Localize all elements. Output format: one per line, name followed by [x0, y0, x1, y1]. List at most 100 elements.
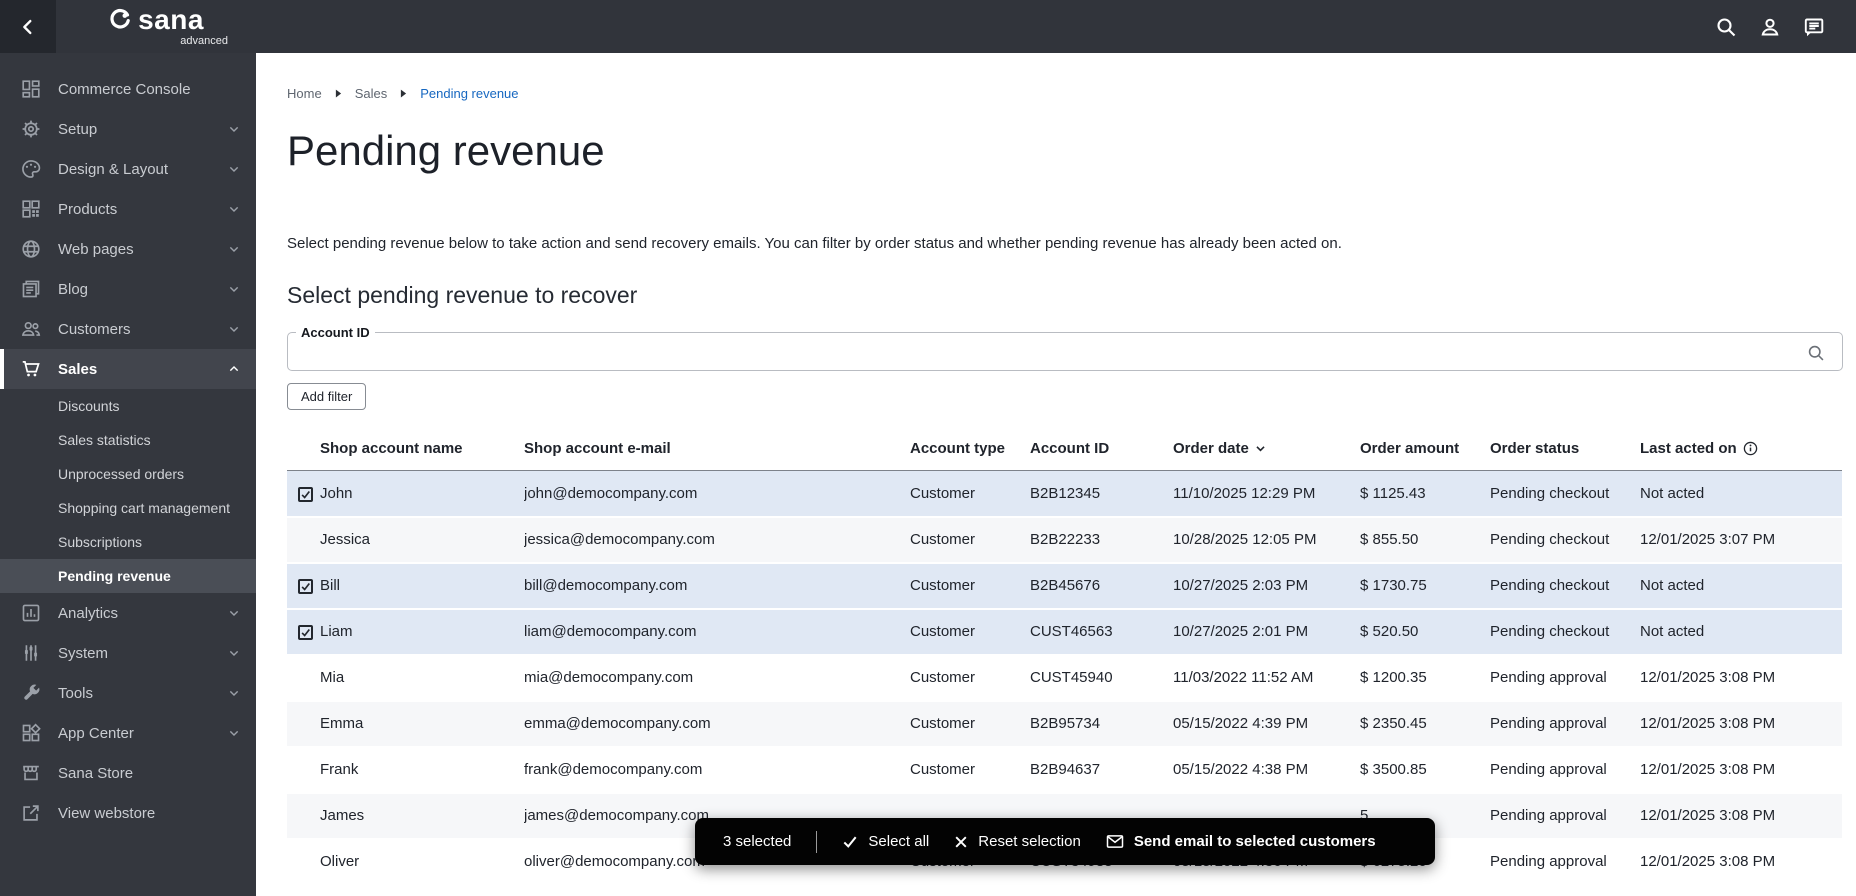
sidebar-item-label: Shopping cart management	[58, 500, 230, 516]
blog-icon	[20, 278, 42, 300]
column-header-checkbox	[287, 428, 320, 471]
sidebar-item-commerce-console[interactable]: Commerce Console	[0, 69, 256, 109]
products-grid-icon	[20, 198, 42, 220]
cell-account-type: Customer	[910, 701, 1030, 747]
sidebar-item-unprocessed-orders[interactable]: Unprocessed orders	[0, 457, 256, 491]
sidebar-item-design-layout[interactable]: Design & Layout	[0, 149, 256, 189]
row-checkbox[interactable]	[298, 487, 313, 502]
sidebar-item-analytics[interactable]: Analytics	[0, 593, 256, 633]
table-row-liam[interactable]: Liamliam@democompany.comCustomerCUST4656…	[287, 609, 1842, 655]
sana-logo[interactable]: sana advanced	[56, 6, 256, 47]
logo-subtitle: advanced	[180, 35, 228, 47]
sidebar-item-sales-statistics[interactable]: Sales statistics	[0, 423, 256, 457]
column-header-order-amount[interactable]: Order amount	[1360, 428, 1490, 471]
send-email-button[interactable]: Send email to selected customers	[1106, 833, 1376, 850]
column-header-account-type[interactable]: Account type	[910, 428, 1030, 471]
analytics-icon	[20, 602, 42, 624]
sidebar-item-app-center[interactable]: App Center	[0, 713, 256, 753]
chevron-down-icon	[226, 725, 242, 741]
column-header-last-acted-on[interactable]: Last acted on	[1640, 428, 1842, 471]
cell-last-acted-on: 12/01/2025 3:08 PM	[1640, 839, 1842, 885]
cell-order-amount: $ 1730.75	[1360, 563, 1490, 609]
table-row-emma[interactable]: Emmaemma@democompany.comCustomerB2B95734…	[287, 701, 1842, 747]
cell-shop-account-email: jessica@democompany.com	[524, 517, 910, 563]
row-checkbox-cell	[287, 563, 320, 609]
sidebar-item-web-pages[interactable]: Web pages	[0, 229, 256, 269]
table-row-jessica[interactable]: Jessicajessica@democompany.comCustomerB2…	[287, 517, 1842, 563]
breadcrumb-home[interactable]: Home	[287, 86, 322, 101]
cell-account-type: Customer	[910, 517, 1030, 563]
row-checkbox-cell	[287, 609, 320, 655]
cell-shop-account-name: Oliver	[320, 839, 524, 885]
cell-last-acted-on: Not acted	[1640, 471, 1842, 517]
breadcrumb: Home Sales Pending revenue	[287, 53, 1843, 101]
breadcrumb-pending-revenue[interactable]: Pending revenue	[420, 86, 518, 101]
table-row-frank[interactable]: Frankfrank@democompany.comCustomerB2B946…	[287, 747, 1842, 793]
sidebar-item-customers[interactable]: Customers	[0, 309, 256, 349]
cell-account-id: B2B45676	[1030, 563, 1173, 609]
select-all-button[interactable]: Select all	[842, 833, 929, 850]
field-search-icon[interactable]	[1804, 341, 1828, 365]
row-checkbox[interactable]	[298, 579, 313, 594]
sidebar-item-label: System	[58, 645, 108, 662]
sidebar-item-pending-revenue[interactable]: Pending revenue	[0, 559, 256, 593]
sidebar-item-label: Sana Store	[58, 765, 133, 782]
cell-order-amount: $ 520.50	[1360, 609, 1490, 655]
cell-account-id: B2B22233	[1030, 517, 1173, 563]
cell-order-status: Pending checkout	[1490, 609, 1640, 655]
column-header-shop-account-name[interactable]: Shop account name	[320, 428, 524, 471]
sidebar-item-system[interactable]: System	[0, 633, 256, 673]
sidebar-item-shopping-cart-management[interactable]: Shopping cart management	[0, 491, 256, 525]
add-filter-button[interactable]: Add filter	[287, 383, 366, 410]
row-checkbox-cell	[287, 701, 320, 747]
table-row-bill[interactable]: Billbill@democompany.comCustomerB2B45676…	[287, 563, 1842, 609]
cell-shop-account-email: bill@democompany.com	[524, 563, 910, 609]
account-id-input[interactable]	[302, 346, 1790, 364]
column-header-account-id[interactable]: Account ID	[1030, 428, 1173, 471]
sidebar-item-blog[interactable]: Blog	[0, 269, 256, 309]
cell-order-amount: $ 855.50	[1360, 517, 1490, 563]
reset-selection-button[interactable]: Reset selection	[954, 833, 1081, 850]
cell-shop-account-name: Mia	[320, 655, 524, 701]
sidebar-item-label: Setup	[58, 121, 97, 138]
cell-account-type: Customer	[910, 563, 1030, 609]
cell-shop-account-email: frank@democompany.com	[524, 747, 910, 793]
cell-shop-account-name: Bill	[320, 563, 524, 609]
chevron-down-icon	[226, 645, 242, 661]
main-content: Home Sales Pending revenue Pending revenue…	[256, 53, 1856, 896]
account-icon[interactable]	[1758, 15, 1782, 39]
column-header-order-status[interactable]: Order status	[1490, 428, 1640, 471]
cell-account-id: CUST45940	[1030, 655, 1173, 701]
dashboard-icon	[20, 78, 42, 100]
chevron-down-icon	[226, 281, 242, 297]
table-row-john[interactable]: Johnjohn@democompany.comCustomerB2B12345…	[287, 471, 1842, 517]
column-header-order-date[interactable]: Order date	[1173, 428, 1360, 471]
cell-order-date: 10/27/2025 2:01 PM	[1173, 609, 1360, 655]
sidebar-item-products[interactable]: Products	[0, 189, 256, 229]
sidebar-item-view-webstore[interactable]: View webstore	[0, 793, 256, 833]
chevron-down-icon	[226, 241, 242, 257]
sidebar-item-label: Products	[58, 201, 117, 218]
palette-icon	[20, 158, 42, 180]
sidebar-item-subscriptions[interactable]: Subscriptions	[0, 525, 256, 559]
sidebar-item-sales[interactable]: Sales	[0, 349, 256, 389]
feedback-chat-icon[interactable]	[1802, 15, 1826, 39]
sidebar-item-tools[interactable]: Tools	[0, 673, 256, 713]
cell-order-date: 05/15/2022 4:39 PM	[1173, 701, 1360, 747]
cell-order-status: Pending approval	[1490, 701, 1640, 747]
search-icon[interactable]	[1714, 15, 1738, 39]
sidebar-item-sana-store[interactable]: Sana Store	[0, 753, 256, 793]
sidebar-item-discounts[interactable]: Discounts	[0, 389, 256, 423]
row-checkbox[interactable]	[298, 625, 313, 640]
column-header-shop-account-e-mail[interactable]: Shop account e-mail	[524, 428, 910, 471]
cell-order-date: 11/03/2022 11:52 AM	[1173, 655, 1360, 701]
breadcrumb-sales[interactable]: Sales	[355, 86, 388, 101]
store-icon	[20, 762, 42, 784]
cell-order-status: Pending checkout	[1490, 517, 1640, 563]
cell-order-date: 11/10/2025 12:29 PM	[1173, 471, 1360, 517]
cell-order-amount: $ 1125.43	[1360, 471, 1490, 517]
table-row-mia[interactable]: Miamia@democompany.comCustomerCUST459401…	[287, 655, 1842, 701]
chevron-up-icon	[226, 361, 242, 377]
collapse-sidebar-button[interactable]	[0, 0, 56, 53]
sidebar-item-setup[interactable]: Setup	[0, 109, 256, 149]
